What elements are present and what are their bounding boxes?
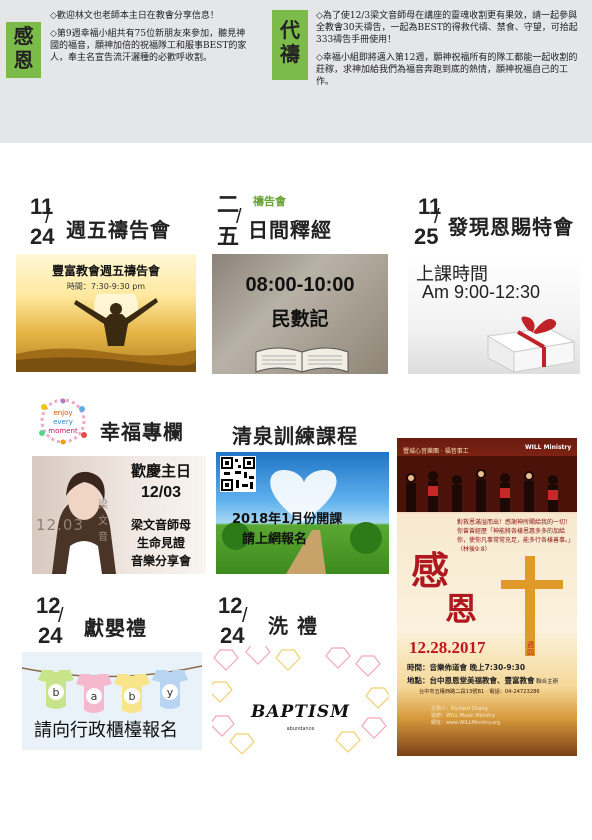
happy-image-line1: 歡慶主日 xyxy=(130,462,191,480)
poster-logo: WILL Ministry xyxy=(525,444,572,451)
onesie-letter: b xyxy=(129,690,136,703)
grace-title: 發現恩賜特會 xyxy=(448,215,574,239)
spring-course-image: 2018年1月份開課 請上網報名 xyxy=(216,452,389,574)
happy-image-number: 12.03 xyxy=(36,516,84,534)
praying-man-icon xyxy=(16,294,196,372)
svg-text:every: every xyxy=(53,418,73,426)
thanks-notes: ◇歡迎林文也老師本主日在教會分享信息！ ◇第9週幸福小組共有75位新朋友來參加，… xyxy=(50,10,250,70)
poster-time-row: 時間：音樂佈道會 晚上7:30-9:30 xyxy=(407,662,575,673)
dedication-day: 24 xyxy=(38,623,63,648)
onesie-letter: b xyxy=(53,686,60,699)
poster-calligraphy-2: 恩 xyxy=(445,590,478,628)
poster-weekday: 週四 xyxy=(527,641,534,657)
friday-day: 24 xyxy=(30,224,55,249)
daily-above: 禱告會 xyxy=(253,195,286,208)
prayer-tag-label: 代禱 xyxy=(280,18,300,66)
diamond-pattern-icon xyxy=(212,646,389,754)
dedication-month: 12 xyxy=(36,593,61,618)
gift-box-icon xyxy=(486,316,576,373)
happy-image-line3: 梁文音師母 xyxy=(130,518,191,532)
prayer-item: ◇為了使12/3梁文音師母在講座的靈魂收割更有果效，請一起參與全教會30天禱告，… xyxy=(316,11,578,45)
friday-title: 週五禱告會 xyxy=(66,218,171,242)
svg-text:enjoy: enjoy xyxy=(53,409,72,417)
baptism-word: BAPTISM xyxy=(250,702,351,722)
happy-column-image: 12.03 梁文音 歡慶主日 12/03 梁文音師母 生命見證 音樂分享會 xyxy=(32,456,206,574)
happy-image-side: 梁文音 xyxy=(98,500,108,543)
daily-title: 日間釋經 xyxy=(248,218,332,242)
prayer-notes: ◇為了使12/3梁文音師母在講座的靈魂收割更有果效，請一起參與全教會30天禱告，… xyxy=(316,10,582,94)
daily-study-image: 08:00-10:00 民數記 xyxy=(212,254,388,374)
poster-time: 音樂佈道會 晚上7:30-9:30 xyxy=(429,663,526,672)
dedication-title: 獻嬰禮 xyxy=(84,616,147,640)
poster-place: 台中恩恩堂美福教會、豐富教會 xyxy=(429,676,535,685)
baby-clothes-icon: baby xyxy=(22,665,202,713)
poster-place-row: 地點：台中恩恩堂美福教會、豐富教會 聯合主辦 xyxy=(407,675,577,686)
dedication-banner: 請向行政櫃檯報名 xyxy=(34,720,178,741)
choir-photo-icon xyxy=(397,456,577,512)
happy-title: 幸福專欄 xyxy=(100,420,184,444)
qr-code-icon xyxy=(220,456,256,492)
poster-credits: 主辦人：Richard Chang 協辦：WILL Music Ministry… xyxy=(431,706,571,727)
poster-credit: 網址：www.WILLMinistry.org xyxy=(431,720,501,726)
spring-image-line2: 請上網報名 xyxy=(242,532,308,547)
thanksgiving-poster: 豐城心音樂團 · 福音事工 WILL Ministry 對救恩滿溢而出！感謝神所… xyxy=(397,438,577,756)
baptism-month: 12 xyxy=(218,593,243,618)
poster-date: 12.28.2017 xyxy=(409,638,486,657)
prayer-item: ◇幸福小組即將邁入第12週，願神祝福所有的隊工都能一起收割的莊稼，求神加給我們為… xyxy=(316,53,578,87)
thanks-tag-label: 感恩 xyxy=(13,24,34,72)
onesie-letter: y xyxy=(167,686,174,699)
prayer-tag: 代禱 xyxy=(272,10,308,80)
daily-day: 五 xyxy=(217,224,240,249)
baptism-sub: abundance xyxy=(286,726,315,732)
poster-calligraphy-1: 感 xyxy=(411,548,450,593)
baptism-image: BAPTISM abundance xyxy=(212,646,389,754)
baptism-day: 24 xyxy=(220,623,245,648)
daily-image-time: 08:00-10:00 xyxy=(245,274,355,296)
grace-day: 25 xyxy=(414,224,439,249)
thanks-item: ◇歡迎林文也老師本主日在教會分享信息！ xyxy=(50,11,219,21)
thanks-tag: 感恩 xyxy=(6,22,41,78)
grace-event-image: 上課時間 Am 9:00-12:30 xyxy=(408,256,580,374)
friday-image-time: 時間：7:30-9:30 pm xyxy=(66,282,146,291)
friday-prayer-image: 豐富教會週五禱告會 時間：7:30-9:30 pm xyxy=(16,254,196,372)
bible-icon xyxy=(255,347,349,373)
friday-image-title: 豐富教會週五禱告會 xyxy=(51,264,160,278)
svg-text:moment: moment xyxy=(48,427,78,435)
poster-top: 豐城心音樂團 · 福音事工 xyxy=(403,448,469,455)
grace-image-line2: Am 9:00-12:30 xyxy=(422,282,541,302)
thanks-item: ◇第9週幸福小組共有75位新朋友來參加，聽見神國的福音，願神加倍的祝福隊工和服事… xyxy=(50,29,247,63)
daily-image-book: 民數記 xyxy=(271,308,329,330)
dedication-image: b a b y 請向行政櫃檯報名 xyxy=(22,652,202,750)
happy-image-line2: 12/03 xyxy=(140,484,182,501)
poster-place-label: 地點： xyxy=(407,676,430,685)
poster-time-label: 時間： xyxy=(407,663,430,672)
poster-quote: 對救恩滿溢而出！感謝神所賜給我的一切！你曾曾經歷「神能將各樣恩惠多多的加給你，使… xyxy=(457,519,572,553)
baptism-title: 洗 禮 xyxy=(268,614,318,638)
onesie-letter: a xyxy=(91,690,98,703)
happy-image-line5: 音樂分享會 xyxy=(130,554,191,568)
poster-credit: 主辦人：Richard Chang xyxy=(431,706,488,712)
poster-address: 台中市五權西路二段13號B1 · 電話：04-24723286 xyxy=(419,689,540,695)
spring-title: 清泉訓練課程 xyxy=(232,424,358,448)
enjoy-badge-icon: enjoy every moment xyxy=(39,398,87,445)
happy-image-line4: 生命見證 xyxy=(136,536,185,550)
poster-host: 聯合主辦 xyxy=(536,679,559,685)
poster-credit: 協辦：WILL Music Ministry xyxy=(431,713,496,719)
spring-image-line1: 2018年1月份開課 xyxy=(232,512,343,527)
